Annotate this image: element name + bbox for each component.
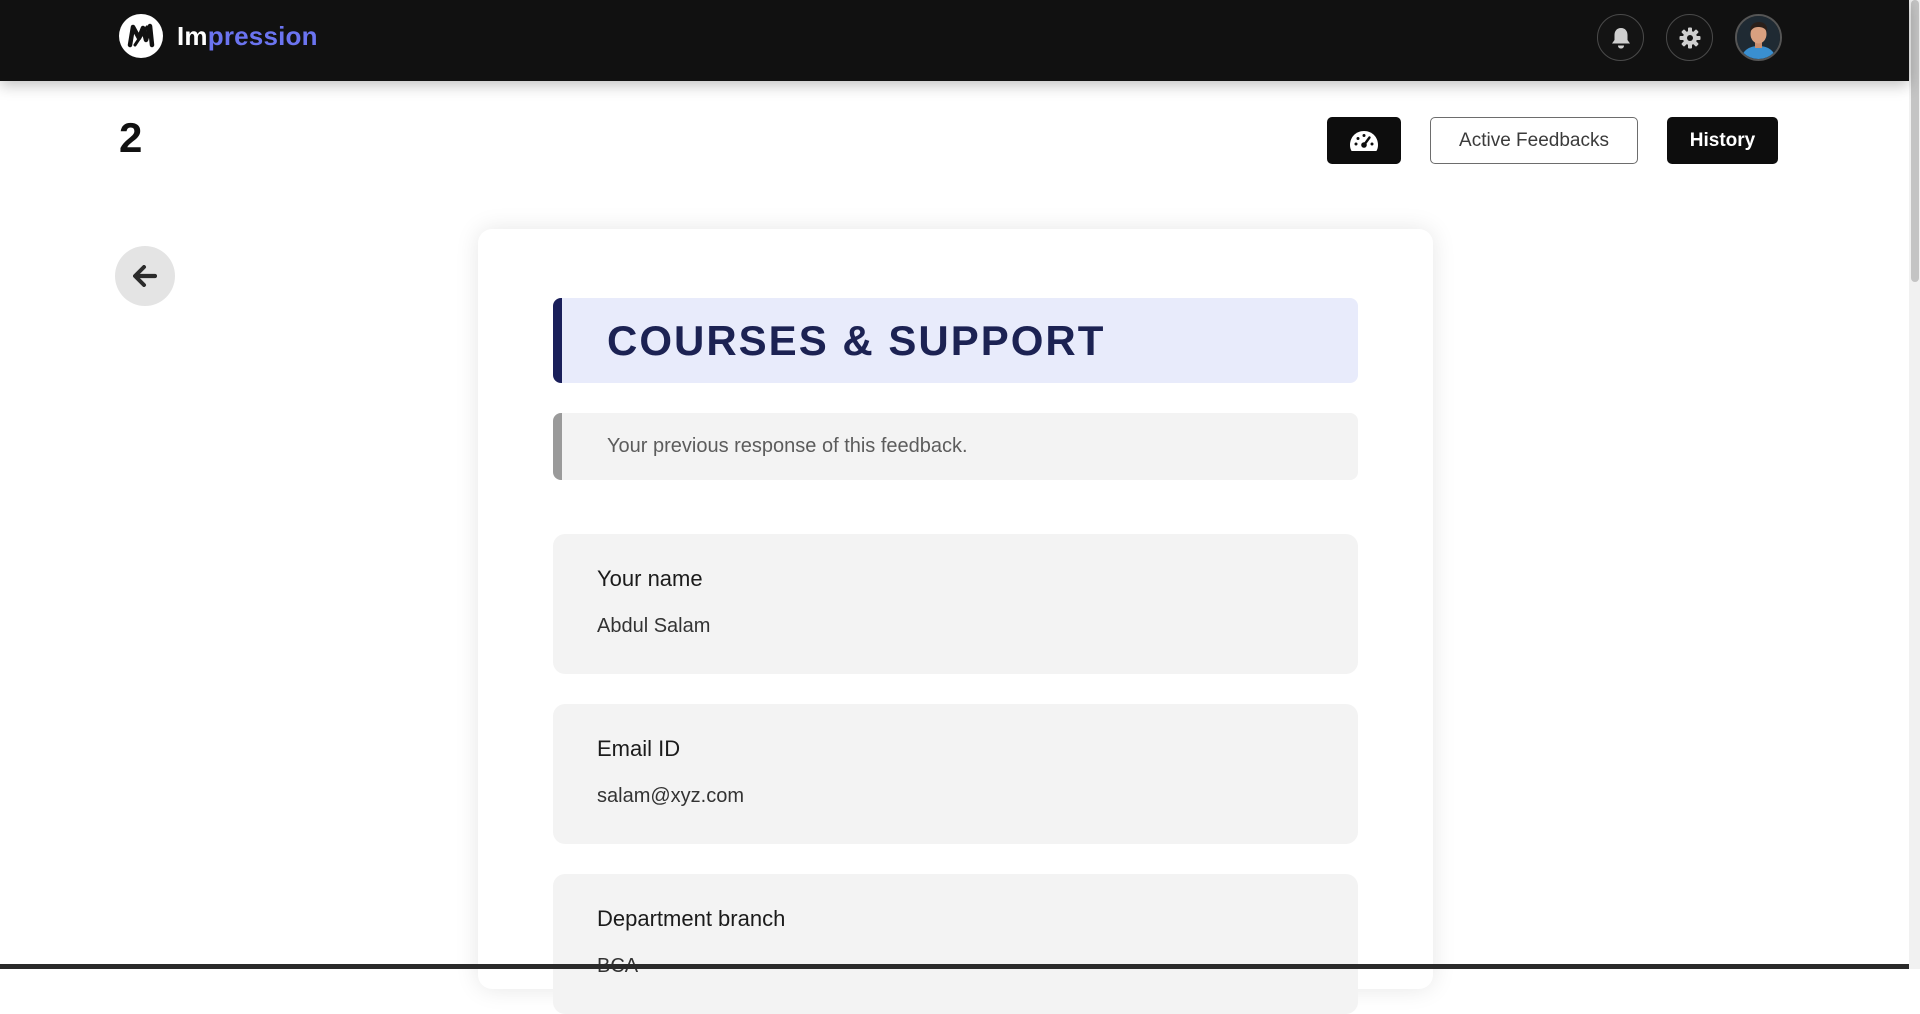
form-title: COURSES & SUPPORT: [607, 316, 1106, 364]
page-title: 2: [119, 114, 143, 161]
field-label: Department branch: [597, 906, 786, 931]
avatar-image: [1737, 16, 1780, 59]
brand-home-link[interactable]: Impression: [119, 14, 318, 58]
user-avatar[interactable]: [1735, 14, 1782, 61]
active-feedbacks-button[interactable]: Active Feedbacks: [1430, 117, 1638, 164]
gear-icon: [1679, 27, 1700, 48]
response-field-name: Your name Abdul Salam: [553, 534, 1358, 674]
settings-button[interactable]: [1666, 14, 1713, 61]
form-note: Your previous response of this feedback.: [553, 413, 1358, 480]
form-title-banner: COURSES & SUPPORT: [553, 298, 1358, 383]
notifications-button[interactable]: [1597, 14, 1644, 61]
impression-logo-icon: [119, 14, 163, 58]
arrow-left-icon: [133, 265, 157, 287]
response-field-department: Department branch BCA: [553, 874, 1358, 1014]
brand-name-part2: pression: [207, 20, 318, 51]
field-value: salam@xyz.com: [597, 785, 744, 807]
response-field-email: Email ID salam@xyz.com: [553, 704, 1358, 844]
brand-name: Impression: [177, 21, 318, 52]
feedback-card: COURSES & SUPPORT Your previous response…: [478, 229, 1433, 1014]
brand-name-part1: Im: [177, 20, 208, 51]
dashboard-button[interactable]: [1327, 117, 1401, 164]
bottom-border: [0, 964, 1909, 969]
field-label: Email ID: [597, 736, 681, 761]
field-value: Abdul Salam: [597, 615, 711, 637]
speedometer-icon: [1350, 130, 1378, 151]
field-label: Your name: [597, 566, 703, 591]
scrollbar-thumb[interactable]: [1911, 0, 1919, 282]
bell-icon: [1611, 27, 1630, 48]
back-button[interactable]: [115, 246, 175, 306]
history-button[interactable]: History: [1667, 117, 1778, 164]
top-navbar: Impression: [0, 0, 1909, 81]
